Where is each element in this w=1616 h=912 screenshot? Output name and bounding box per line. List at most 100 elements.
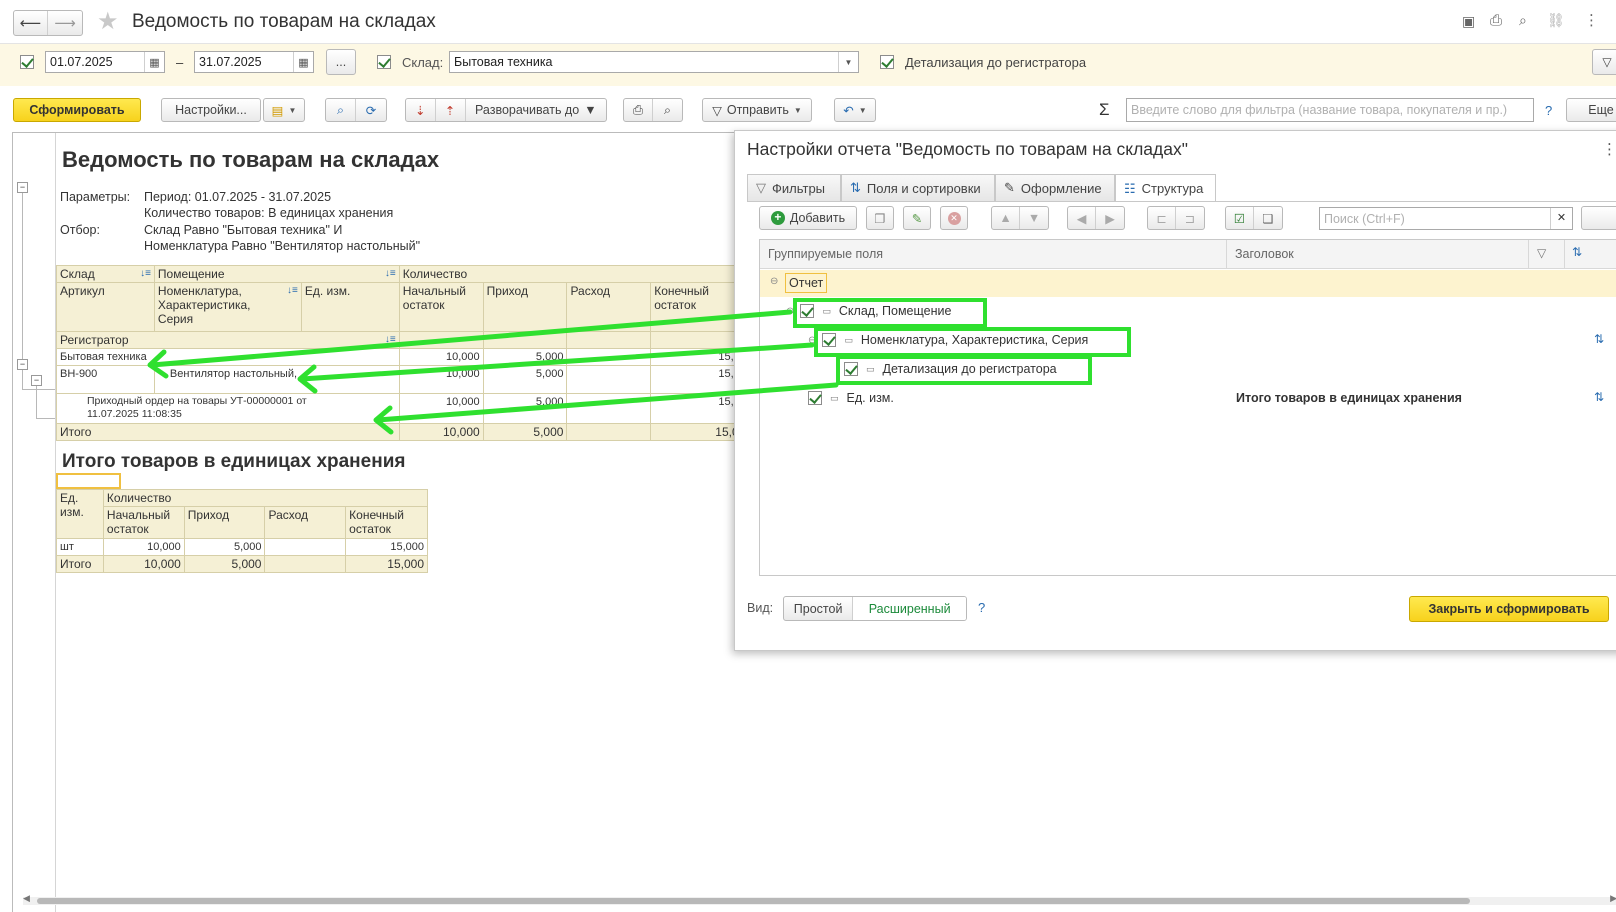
tab-filters[interactable]: ▽ Фильтры xyxy=(747,174,841,201)
tree-root-label[interactable]: Отчет xyxy=(785,273,828,293)
undo-button[interactable]: ↶ ▼ xyxy=(834,98,876,122)
tree-item-unit[interactable]: ▭ Ед. изм. xyxy=(808,387,894,409)
scrollbar-thumb[interactable] xyxy=(37,898,1470,904)
back-button[interactable]: ⟵ xyxy=(14,11,49,35)
row-registrar[interactable]: Приходный ордер на товары УТ-00000001 от… xyxy=(56,393,400,424)
close-and-generate-button[interactable]: Закрыть и сформировать xyxy=(1409,596,1609,622)
dialog-menu-icon[interactable]: ⋮ xyxy=(1602,140,1616,158)
col-header-income[interactable]: Приход xyxy=(482,282,568,332)
help-link[interactable]: ? xyxy=(1545,103,1552,118)
dropdown-arrow-icon[interactable]: ▼ xyxy=(838,52,858,72)
funnel-icon[interactable]: ▽ xyxy=(1537,246,1546,260)
sort-icon[interactable]: ↓≡ xyxy=(385,267,396,281)
report-search-input[interactable]: Введите слово для фильтра (название това… xyxy=(1126,98,1534,122)
calendar-icon[interactable]: ▦ xyxy=(293,52,313,72)
row-settings-icon[interactable]: ⇅ xyxy=(1594,332,1604,346)
collapse-marker[interactable]: − xyxy=(17,359,28,370)
sort-columns-icon[interactable]: ⇅ xyxy=(1572,245,1582,259)
col-header-nomenclature[interactable]: Номенклатура, Характеристика, Серия ↓≡ xyxy=(153,282,302,332)
row-warehouse-name[interactable]: Бытовая техника xyxy=(56,348,400,366)
col-header-article[interactable]: Артикул xyxy=(56,282,155,332)
scroll-left-icon[interactable]: ◀ xyxy=(23,893,30,904)
scroll-right-icon[interactable]: ▶ xyxy=(1610,893,1616,904)
col-header-closing[interactable]: Конечный остаток xyxy=(345,506,428,539)
sort-icon[interactable]: ↓≡ xyxy=(140,267,151,281)
ungroup-button[interactable]: ⊐ xyxy=(1176,207,1204,229)
search-options-button[interactable] xyxy=(1581,206,1616,230)
view-simple-button[interactable]: Простой xyxy=(784,597,854,620)
date-to-field[interactable]: 31.07.2025 ▦ xyxy=(194,51,314,73)
clear-icon[interactable]: ✕ xyxy=(1550,208,1572,229)
move-left-button[interactable]: ◀ xyxy=(1068,207,1097,229)
uncheck-all-button[interactable]: ❏ xyxy=(1254,207,1282,229)
collapse-icon[interactable]: ⊖ xyxy=(770,276,778,287)
table-row[interactable]: Бытовая техника 10,000 5,000 15,000 xyxy=(56,348,756,366)
filter-settings-button[interactable]: ▽ xyxy=(1592,49,1616,75)
tree-root-row[interactable]: ⊖ Отчет xyxy=(760,270,1616,297)
print-button[interactable]: ⎙ xyxy=(624,99,654,121)
group-button[interactable]: ⊏ xyxy=(1148,207,1177,229)
tab-fields-sorting[interactable]: ⇅ Поля и сортировки xyxy=(841,174,995,201)
save-icon[interactable]: ▣ xyxy=(1462,13,1475,30)
collapse-all-button[interactable]: ⇣ xyxy=(406,99,436,121)
col-header-fields[interactable]: Группируемые поля xyxy=(768,247,883,261)
item-checkbox[interactable] xyxy=(808,391,822,405)
send-button[interactable]: ▽ Отправить ▼ xyxy=(702,98,812,122)
settings-button[interactable]: Настройки... xyxy=(161,98,261,122)
col-header-expense[interactable]: Расход xyxy=(566,282,652,332)
move-up-button[interactable]: ▲ xyxy=(992,207,1021,229)
col-header-unit[interactable]: Ед. изм. xyxy=(300,282,400,332)
print-icon[interactable]: ⎙ xyxy=(1490,12,1502,29)
collapse-marker[interactable]: − xyxy=(17,182,28,193)
sort-icon[interactable]: ↓≡ xyxy=(287,284,298,298)
view-extended-button[interactable]: Расширенный xyxy=(853,597,966,620)
detail-checkbox[interactable] xyxy=(880,55,894,69)
variant-button[interactable]: ▤ ▼ xyxy=(263,98,305,122)
col-header-unit[interactable]: Ед. изм. xyxy=(56,489,104,539)
table-row[interactable]: Приходный ордер на товары УТ-00000001 от… xyxy=(56,393,756,424)
more-button[interactable]: Еще xyxy=(1566,98,1616,122)
period-checkbox[interactable] xyxy=(20,55,34,69)
preview-icon[interactable]: ⌕ xyxy=(1519,12,1527,29)
col-header-opening[interactable]: Начальный остаток xyxy=(398,282,484,332)
print-preview-button[interactable]: ⌕ xyxy=(653,99,682,121)
col-header-expense[interactable]: Расход xyxy=(264,506,347,539)
sum-icon[interactable]: Σ xyxy=(1099,100,1110,120)
more-vertical-icon[interactable]: ⋮ xyxy=(1584,11,1599,29)
col-header-income[interactable]: Приход xyxy=(183,506,266,539)
tree-item-header[interactable]: Итого товаров в единицах хранения xyxy=(1236,391,1462,405)
warehouse-field[interactable]: Бытовая техника ▼ xyxy=(449,51,859,73)
col-header-quantity[interactable]: Количество xyxy=(102,489,429,507)
tab-appearance[interactable]: ✎ Оформление xyxy=(995,174,1115,201)
forward-button[interactable]: ⟶ xyxy=(48,11,82,35)
horizontal-scrollbar[interactable]: ◀ ▶ xyxy=(23,893,1616,905)
col-header-quantity[interactable]: Количество xyxy=(398,265,757,283)
warehouse-checkbox[interactable] xyxy=(377,55,391,69)
add-grouping-button[interactable]: ❐ xyxy=(866,206,894,230)
favorite-star-icon[interactable]: ★ xyxy=(97,7,119,36)
dialog-search-input[interactable]: Поиск (Ctrl+F) ✕ xyxy=(1319,207,1573,230)
col-header-warehouse[interactable]: Склад ↓≡ xyxy=(56,265,155,283)
move-right-button[interactable]: ▶ xyxy=(1096,207,1124,229)
table-row[interactable]: шт 10,000 5,000 15,000 xyxy=(56,538,428,556)
find-button[interactable]: ⌕ xyxy=(326,99,357,121)
add-button[interactable]: + Добавить xyxy=(759,206,857,230)
sort-icon[interactable]: ↓≡ xyxy=(385,333,396,347)
generate-button[interactable]: Сформировать xyxy=(13,98,141,122)
table-row[interactable]: ВН-900 Вентилятор настольный, 10,000 5,0… xyxy=(56,365,756,394)
col-header-title[interactable]: Заголовок xyxy=(1235,247,1294,261)
row-item[interactable]: Вентилятор настольный, xyxy=(153,365,400,394)
period-select-button[interactable]: ... xyxy=(326,49,356,75)
row-settings-icon[interactable]: ⇅ xyxy=(1594,390,1604,404)
row-article[interactable]: ВН-900 xyxy=(56,365,155,394)
move-down-button[interactable]: ▼ xyxy=(1020,207,1048,229)
delete-button[interactable]: ✕ xyxy=(940,206,968,230)
date-from-field[interactable]: 01.07.2025 ▦ xyxy=(45,51,165,73)
selected-cell[interactable] xyxy=(56,473,121,489)
expand-to-button[interactable]: Разворачивать до ▼ xyxy=(466,99,606,121)
link-icon[interactable]: ⛓ xyxy=(1547,12,1565,29)
dialog-help-link[interactable]: ? xyxy=(978,600,985,615)
tab-structure[interactable]: ☷ Структура xyxy=(1115,174,1216,202)
check-all-button[interactable]: ☑ xyxy=(1226,207,1255,229)
expand-all-button[interactable]: ⇡ xyxy=(436,99,466,121)
